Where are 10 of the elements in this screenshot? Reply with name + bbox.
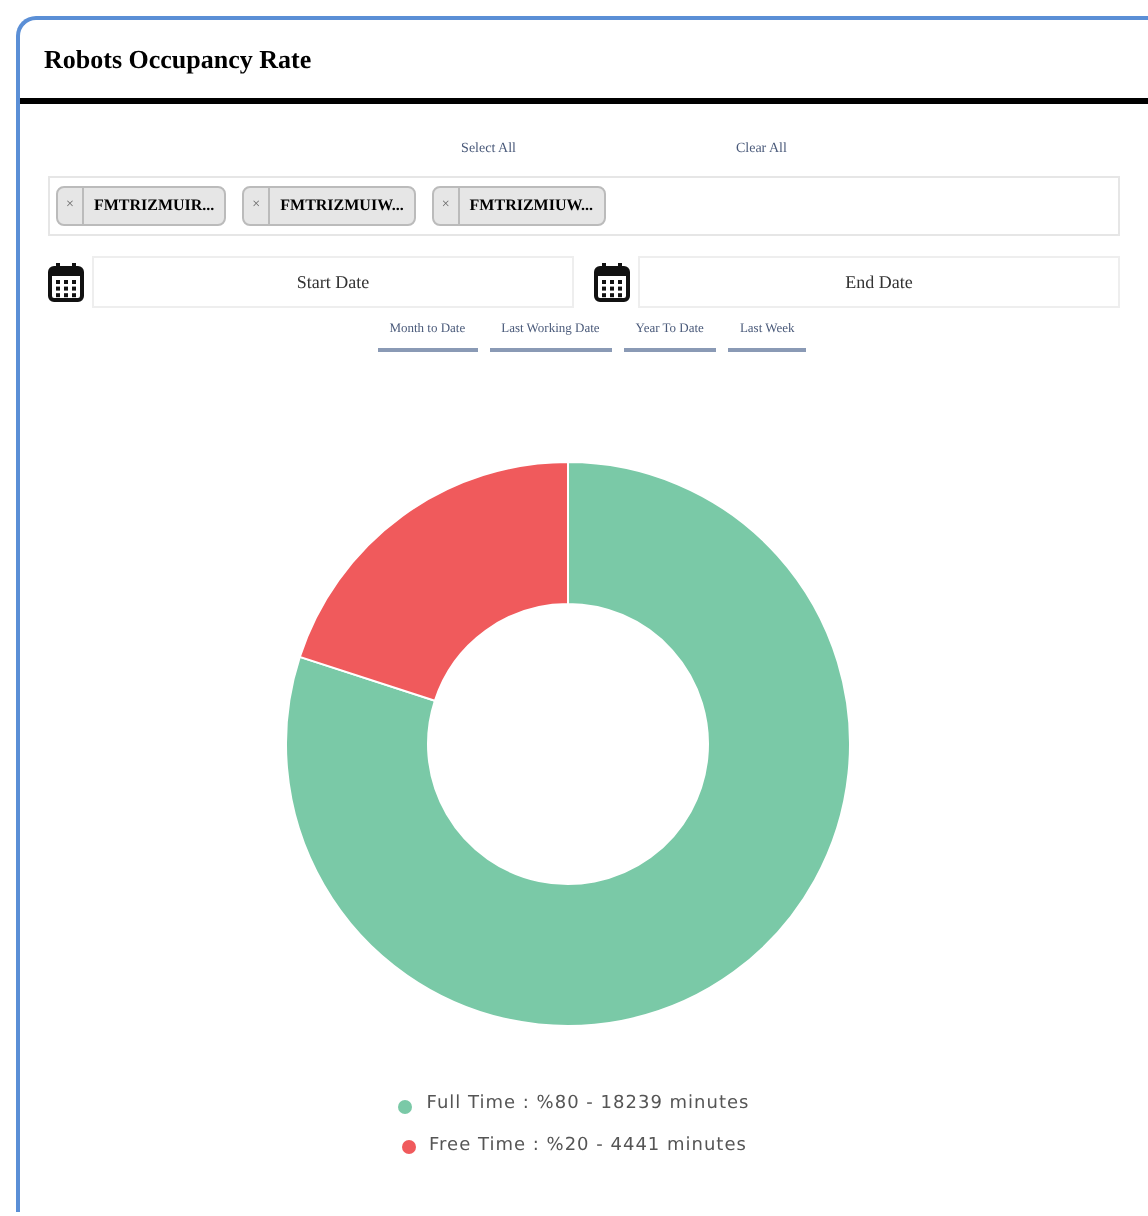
chip-label: FMTRIZMUIR... [91, 193, 217, 217]
chip-label: FMTRIZMUIW... [278, 193, 406, 217]
date-field[interactable]: Start Date [92, 255, 574, 307]
card-title: Robots Occupancy Rate [44, 41, 312, 78]
legend-label: Free Time : %20 - 4441 minutes [429, 1133, 747, 1160]
chip-label: FMTRIZMIUW... [467, 193, 596, 217]
calendar-icon [48, 261, 84, 301]
legend-label: Full Time : %80 - 18239 minutes [426, 1092, 750, 1119]
calendar-icon [594, 261, 630, 301]
date-field[interactable]: End Date [638, 255, 1120, 307]
